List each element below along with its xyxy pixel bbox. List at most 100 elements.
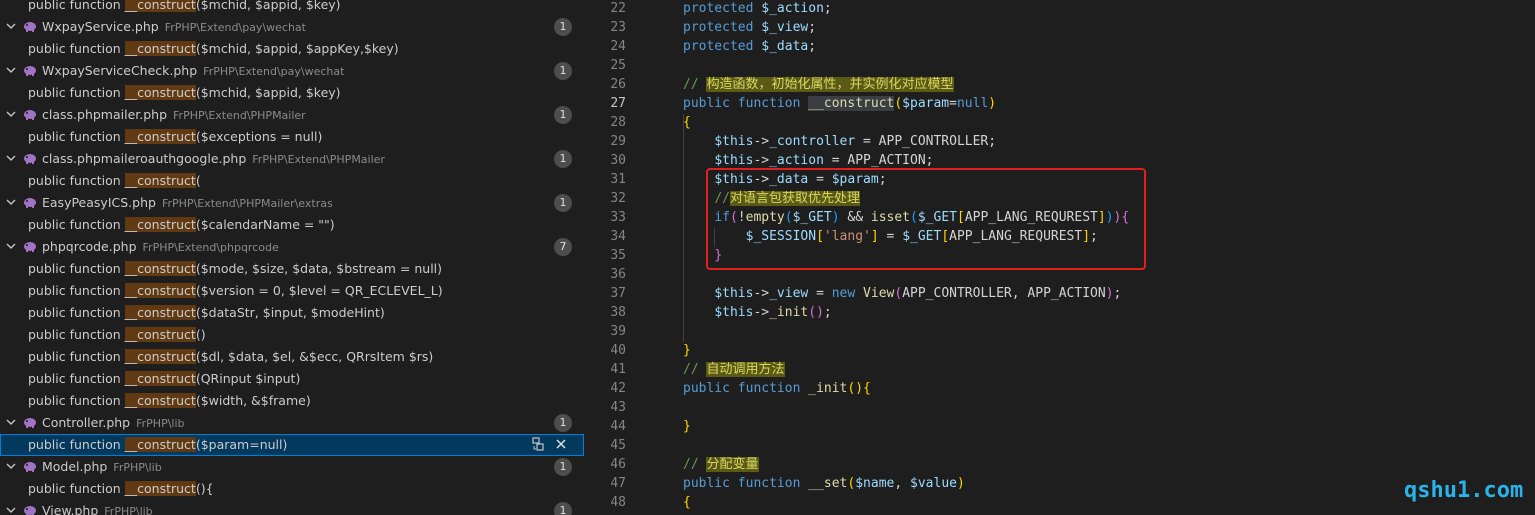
code-token: 构造函数，初始化属性，并实例化对应模型	[706, 77, 954, 92]
search-file-row[interactable]: EasyPeasyICS.php FrPHP\Extend\PHPMailer\e…	[0, 192, 584, 214]
search-file-row[interactable]: class.phpmailer.php FrPHP\Extend\PHPMaile…	[0, 104, 584, 126]
code-line[interactable]: 42 public function _init(){	[584, 379, 1535, 398]
search-match-row[interactable]: public function __construct($dataStr, $i…	[0, 302, 584, 324]
search-file-row[interactable]: phpqrcode.php FrPHP\Extend\phpqrcode 7	[0, 236, 584, 258]
search-match-row[interactable]: public function __construct()	[0, 324, 584, 346]
match-highlight: __construct	[124, 305, 196, 320]
file-name-text: Model.php	[42, 459, 108, 474]
code-token: $_action	[761, 1, 824, 16]
code-token: _init	[808, 381, 848, 396]
code-text: public function __set($name, $value)	[683, 474, 965, 493]
code-token: public	[683, 381, 730, 396]
code-line[interactable]: 46 // 分配变量	[584, 455, 1535, 474]
code-line[interactable]: 38 $this->_init();	[584, 303, 1535, 322]
code-line[interactable]: 43	[584, 398, 1535, 417]
line-number: 36	[610, 267, 626, 282]
match-suffix: (){	[195, 481, 214, 496]
code-line[interactable]: 39	[584, 322, 1535, 341]
search-file-row[interactable]: WxpayService.php FrPHP\Extend\pay\wechat 1	[0, 16, 584, 38]
code-token: )	[1105, 286, 1114, 301]
code-line[interactable]: 25	[584, 56, 1535, 75]
code-line[interactable]: 29 $this->_controller = APP_CONTROLLER;	[584, 132, 1535, 151]
code-line[interactable]: 23 protected $_view;	[584, 18, 1535, 37]
search-match-row[interactable]: public function __construct(QRinput $inp…	[0, 368, 584, 390]
chevron-down-icon[interactable]	[4, 19, 18, 33]
file-path: FrPHP\Extend\PHPMailer	[252, 153, 385, 166]
line-number: 30	[610, 153, 626, 168]
code-line[interactable]: 24 protected $_data;	[584, 37, 1535, 56]
code-line[interactable]: 26 // 构造函数，初始化属性，并实例化对应模型	[584, 75, 1535, 94]
code-token: =	[949, 96, 957, 111]
match-count-badge: 1	[554, 62, 572, 80]
chevron-down-icon[interactable]	[4, 239, 18, 253]
match-text: public function __construct(){	[28, 481, 214, 496]
match-text: public function __construct($dl, $data, …	[28, 349, 433, 364]
code-line[interactable]: 22 protected $_action;	[584, 0, 1535, 18]
line-number: 43	[610, 400, 626, 415]
match-prefix: public function	[28, 349, 125, 364]
code-text: }	[683, 341, 691, 360]
chevron-down-icon[interactable]	[4, 415, 18, 429]
search-match-row[interactable]: public function __construct(){	[0, 478, 584, 500]
file-name-text: EasyPeasyICS.php	[42, 195, 156, 210]
code-line[interactable]: 41 // 自动调用方法	[584, 360, 1535, 379]
chevron-down-icon[interactable]	[4, 503, 18, 515]
search-file-row[interactable]: Model.php FrPHP\lib 1	[0, 456, 584, 478]
search-match-row[interactable]: public function __construct($mchid, $app…	[0, 38, 584, 60]
search-match-row[interactable]: public function __construct($calendarNam…	[0, 214, 584, 236]
search-match-row[interactable]: public function __construct($mchid, $app…	[0, 82, 584, 104]
line-number: 24	[610, 39, 626, 54]
code-line[interactable]: 47 public function __set($name, $value)	[584, 474, 1535, 493]
search-match-row[interactable]: public function __construct($version = 0…	[0, 280, 584, 302]
code-token: new	[831, 286, 856, 301]
file-name-text: WxpayServiceCheck.php	[42, 63, 198, 78]
code-token: }	[683, 343, 691, 358]
close-icon[interactable]	[553, 436, 569, 452]
match-prefix: public function	[28, 173, 125, 188]
search-match-row[interactable]: public function __construct(	[0, 170, 584, 192]
match-highlight: __construct	[124, 173, 196, 188]
search-match-row[interactable]: public function __construct($exceptions …	[0, 126, 584, 148]
match-text: public function __construct()	[28, 327, 206, 342]
match-count-badge: 7	[554, 238, 572, 256]
file-name-text: Controller.php	[42, 415, 131, 430]
search-file-row[interactable]: View.php FrPHP\lib 1	[0, 500, 584, 515]
search-match-row[interactable]: public function __construct($mode, $size…	[0, 258, 584, 280]
code-line[interactable]: 27 public function __construct($param=nul…	[584, 94, 1535, 113]
file-path: FrPHP\lib	[113, 461, 162, 474]
search-match-row[interactable]: public function __construct($width, &$fr…	[0, 390, 584, 412]
file-path: FrPHP\Extend\PHPMailer\extras	[161, 197, 333, 210]
match-prefix: public function	[28, 217, 125, 232]
php-elephant-icon	[24, 198, 36, 208]
code-line[interactable]: 45	[584, 436, 1535, 455]
search-file-row[interactable]: class.phpmaileroauthgoogle.php FrPHP\Exte…	[0, 148, 584, 170]
search-file-row[interactable]: WxpayServiceCheck.php FrPHP\Extend\pay\we…	[0, 60, 584, 82]
code-line[interactable]: 48 {	[584, 493, 1535, 512]
replace-icon[interactable]	[530, 436, 546, 452]
chevron-down-icon[interactable]	[4, 107, 18, 121]
line-number: 48	[610, 495, 626, 510]
match-text: public function __construct(	[28, 173, 201, 188]
code-token: View	[863, 286, 895, 301]
chevron-down-icon[interactable]	[4, 63, 18, 77]
code-line[interactable]: 28 {	[584, 113, 1535, 132]
search-file-row[interactable]: Controller.php FrPHP\lib 1	[0, 412, 584, 434]
chevron-down-icon[interactable]	[4, 151, 18, 165]
chevron-down-icon[interactable]	[4, 195, 18, 209]
search-results-panel: public function __construct($mchid, $app…	[0, 0, 584, 515]
line-number: 22	[610, 1, 626, 16]
search-match-row[interactable]: public function __construct($mchid, $app…	[0, 0, 584, 16]
line-number: 23	[610, 20, 626, 35]
code-line[interactable]: 44}	[584, 417, 1535, 436]
match-suffix: ($width, &$frame)	[195, 393, 311, 408]
search-match-row[interactable]: public function __construct($dl, $data, …	[0, 346, 584, 368]
code-line[interactable]: 40}	[584, 341, 1535, 360]
chevron-down-icon[interactable]	[4, 459, 18, 473]
search-match-row[interactable]: public function __construct($param=null)	[0, 434, 584, 456]
code-line[interactable]: 37 $this->_view = new View(APP_CONTROLLE…	[584, 284, 1535, 303]
code-token: ->	[753, 134, 770, 149]
match-text: public function __construct($calendarNam…	[28, 217, 335, 232]
match-count-badge: 1	[554, 150, 572, 168]
